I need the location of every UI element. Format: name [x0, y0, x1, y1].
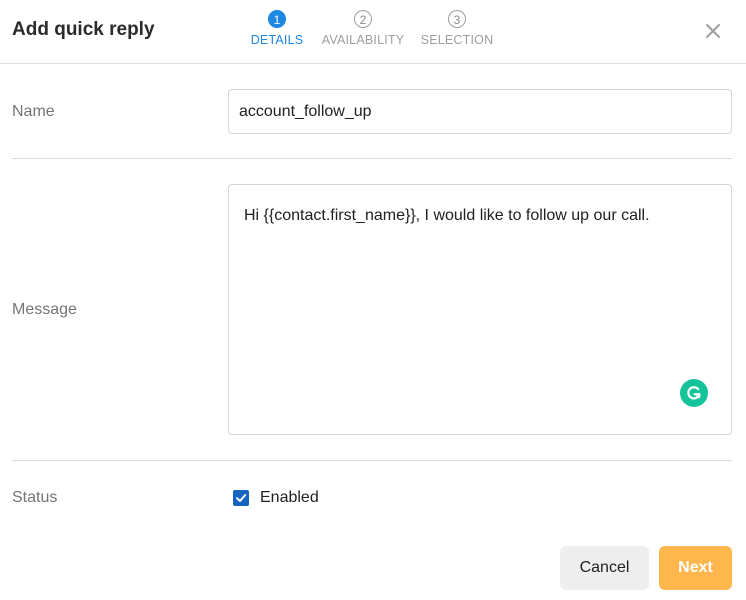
status-enabled-label[interactable]: Enabled [260, 489, 319, 507]
checkmark-icon [236, 494, 247, 502]
next-button[interactable]: Next [659, 546, 732, 590]
cancel-button[interactable]: Cancel [560, 546, 649, 590]
message-label: Message [12, 301, 77, 318]
dialog-title: Add quick reply [12, 19, 155, 40]
step-label: SELECTION [420, 33, 494, 47]
step-label: AVAILABILITY [321, 33, 405, 47]
step-number: 2 [354, 10, 372, 28]
status-checkbox[interactable] [233, 490, 249, 506]
name-input[interactable] [228, 89, 732, 134]
grammarly-icon [687, 386, 701, 400]
grammarly-button[interactable] [680, 379, 708, 407]
step-number: 3 [448, 10, 466, 28]
status-label: Status [12, 489, 58, 506]
step-selection[interactable]: 3 SELECTION [407, 10, 507, 47]
step-label: DETAILS [250, 33, 304, 47]
close-button[interactable] [700, 18, 726, 44]
step-details[interactable]: 1 DETAILS [227, 10, 327, 47]
message-textarea[interactable]: Hi {{contact.first_name}}, I would like … [228, 184, 732, 435]
close-icon [706, 24, 720, 38]
step-number: 1 [268, 10, 286, 28]
step-availability[interactable]: 2 AVAILABILITY [313, 10, 413, 47]
message-text: Hi {{contact.first_name}}, I would like … [244, 207, 650, 224]
name-label: Name [12, 103, 55, 120]
dialog-header: Add quick reply 1 DETAILS 2 AVAILABILITY… [0, 0, 746, 64]
divider [12, 158, 732, 159]
divider [12, 460, 732, 461]
